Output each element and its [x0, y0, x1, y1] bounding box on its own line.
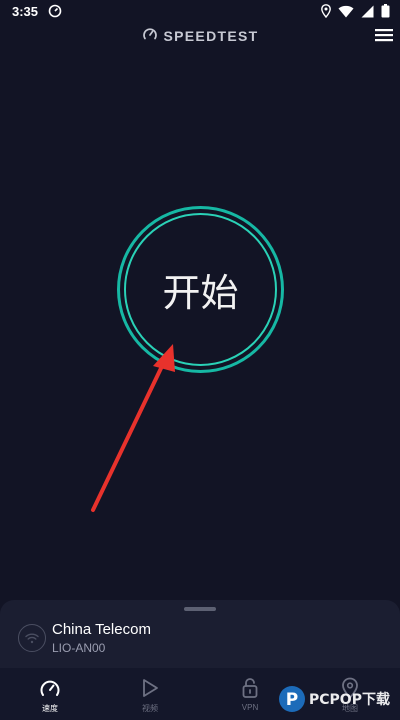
drag-handle[interactable] — [184, 607, 216, 611]
nav-video[interactable]: 视频 — [100, 668, 200, 720]
nav-map[interactable]: 地图 — [300, 668, 400, 720]
map-pin-icon — [338, 676, 362, 700]
cellular-icon — [361, 5, 374, 23]
app-title: SPEEDTEST — [163, 28, 259, 44]
wifi-icon — [338, 5, 354, 23]
nav-label: VPN — [241, 703, 259, 712]
speedometer-icon — [38, 676, 62, 700]
status-bar: 3:35 — [0, 0, 400, 24]
device-name: LIO-AN00 — [52, 641, 106, 655]
play-icon — [138, 676, 162, 700]
hamburger-menu-icon[interactable] — [375, 27, 393, 43]
location-icon — [321, 4, 331, 23]
status-time: 3:35 — [12, 4, 39, 19]
app-header: SPEEDTEST — [0, 26, 400, 46]
nav-vpn[interactable]: VPN — [200, 668, 300, 720]
lock-icon — [238, 676, 262, 700]
nav-label: 速度 — [42, 704, 58, 713]
speedtest-notification-icon — [48, 4, 62, 23]
status-icons — [321, 4, 390, 23]
nav-label: 地图 — [342, 704, 358, 713]
start-test-button[interactable]: 开始 — [117, 206, 284, 373]
connection-info[interactable]: China Telecom LIO-AN00 — [18, 620, 382, 662]
screen: 3:35 SPEEDTEST 开始 China Telecom LIO-AN00… — [0, 0, 400, 720]
nav-label: 视频 — [142, 704, 158, 713]
battery-icon — [381, 4, 390, 23]
start-label: 开始 — [162, 271, 239, 315]
speedometer-icon — [142, 26, 158, 47]
provider-name: China Telecom — [52, 621, 151, 638]
wifi-icon — [18, 624, 46, 652]
bottom-nav: 速度 视频 VPN 地图 — [0, 668, 400, 720]
nav-speed[interactable]: 速度 — [0, 668, 100, 720]
